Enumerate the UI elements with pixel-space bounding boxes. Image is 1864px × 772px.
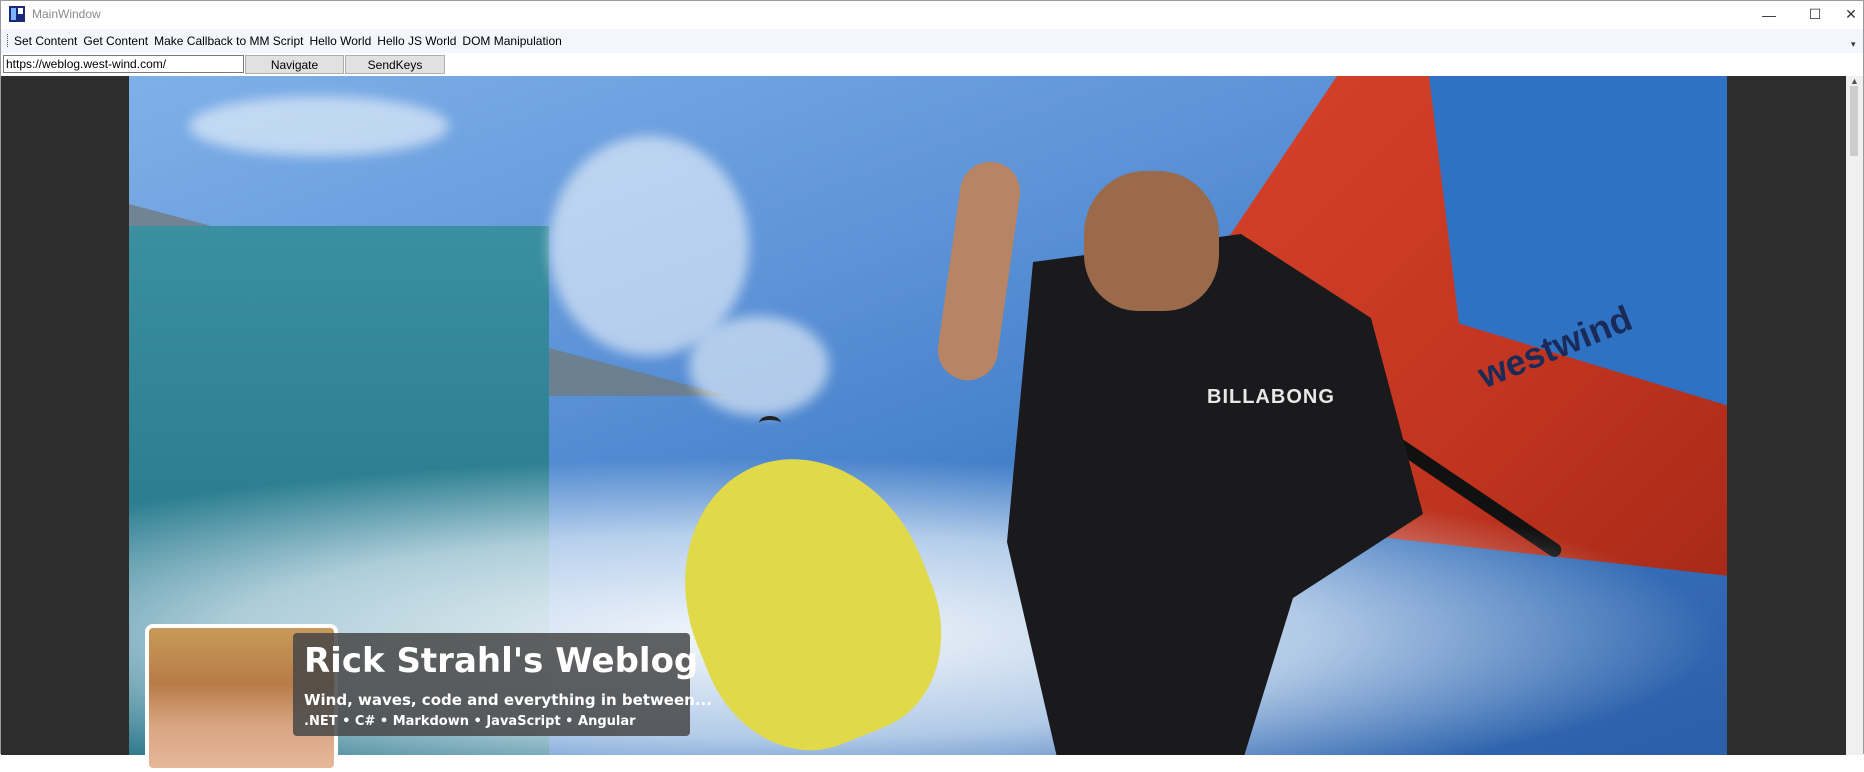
kite-icon: [759, 416, 781, 430]
menu-item-set-content[interactable]: Set Content: [14, 34, 77, 48]
surfer-arm: [933, 157, 1025, 385]
cloud-shape: [549, 136, 749, 356]
maximize-button[interactable]: ☐: [1792, 1, 1838, 28]
menu-bar: Set Content Get Content Make Callback to…: [1, 29, 1863, 53]
main-window: MainWindow — ☐ ✕ Set Content Get Content…: [0, 0, 1864, 772]
menu-item-dom-manipulation[interactable]: DOM Manipulation: [462, 34, 561, 48]
minimize-button[interactable]: —: [1746, 1, 1792, 28]
surfer-head: [1084, 171, 1219, 311]
close-button[interactable]: ✕: [1838, 1, 1864, 28]
menu-item-get-content[interactable]: Get Content: [83, 34, 148, 48]
wetsuit-brand-text: BILLABONG: [1207, 386, 1335, 408]
app-icon: [9, 6, 25, 22]
vertical-scrollbar[interactable]: ▲: [1846, 76, 1863, 755]
menu-items: Set Content Get Content Make Callback to…: [14, 34, 562, 48]
cloud-shape: [689, 316, 829, 416]
menu-item-make-callback[interactable]: Make Callback to MM Script: [154, 34, 303, 48]
toolbar-overflow-icon[interactable]: ▾: [1851, 39, 1856, 50]
sendkeys-button[interactable]: SendKeys: [345, 55, 445, 74]
scroll-up-icon[interactable]: ▲: [1850, 76, 1859, 86]
toolbar-grip-icon[interactable]: [7, 34, 11, 47]
blog-title[interactable]: Rick Strahl's Weblog: [304, 641, 698, 681]
menu-item-hello-js-world[interactable]: Hello JS World: [377, 34, 456, 48]
blog-subtitle: Wind, waves, code and everything in betw…: [304, 691, 712, 709]
blog-tags: .NET • C# • Markdown • JavaScript • Angu…: [304, 714, 636, 729]
window-title: MainWindow: [32, 7, 101, 21]
navigate-button[interactable]: Navigate: [245, 55, 344, 74]
menu-item-hello-world[interactable]: Hello World: [309, 34, 371, 48]
title-bar[interactable]: MainWindow — ☐ ✕: [1, 1, 1863, 28]
url-input[interactable]: [3, 55, 244, 73]
cloud-shape: [189, 96, 449, 156]
scroll-thumb[interactable]: [1850, 86, 1858, 156]
